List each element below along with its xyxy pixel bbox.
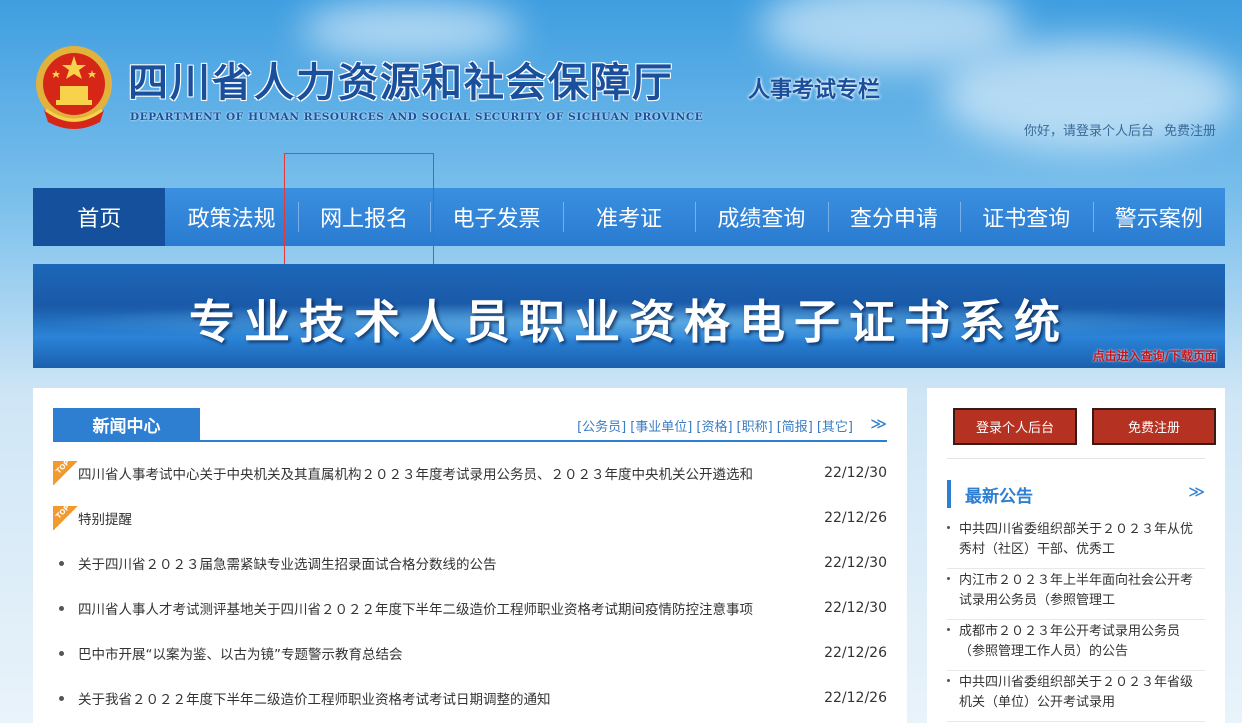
top-marker: TOP <box>53 458 79 485</box>
list-item[interactable]: 关于我省２０２２年度下半年二级造价工程师职业资格考试考试日期调整的通知 22/1… <box>53 675 887 720</box>
bullet-icon <box>947 526 950 529</box>
register-link[interactable]: 免费注册 <box>1164 124 1216 139</box>
nav-item-home[interactable]: 首页 <box>33 188 166 246</box>
notice-title: 最新公告 <box>965 487 1033 507</box>
list-item[interactable]: 中共四川省委组织部关于２０２３年省级机关（单位）公开考试录用 <box>947 671 1205 722</box>
notice-header: 最新公告 ≫ <box>947 480 1205 510</box>
news-tab-underline <box>53 440 887 442</box>
notice-more-icon[interactable]: ≫ <box>1188 482 1205 501</box>
bullet-icon <box>947 628 950 631</box>
nav-item-e-invoice[interactable]: 电子发票 <box>430 188 562 246</box>
list-item[interactable]: TOP 特别提醒 22/12/26 <box>53 495 887 540</box>
nav-item-policy[interactable]: 政策法规 <box>165 188 297 246</box>
list-item[interactable]: 中共四川省委组织部关于２０２３年从优秀村（社区）干部、优秀工 <box>947 518 1205 569</box>
side-panel: 登录个人后台 免费注册 最新公告 ≫ 中共四川省委组织部关于２０２３年从优秀村（… <box>927 388 1225 723</box>
list-item[interactable]: 巴中市开展“以案为鉴、以古为镜”专题警示教育总结会 22/12/26 <box>53 630 887 675</box>
notice-accent-bar <box>947 480 951 508</box>
category-other[interactable]: [其它] <box>817 420 853 435</box>
list-item[interactable]: 四川省人事人才考试测评基地关于四川省２０２２年度下半年二级造价工程师职业资格考试… <box>53 585 887 630</box>
user-links: 你好，请登录个人后台 免费注册 <box>1024 120 1216 139</box>
news-title[interactable]: 四川省人事人才考试测评基地关于四川省２０２２年度下半年二级造价工程师职业资格考试… <box>78 598 807 618</box>
certificate-system-banner[interactable]: 专业技术人员职业资格电子证书系统 点击进入查询/下载页面 <box>33 264 1225 368</box>
banner-title: 专业技术人员职业资格电子证书系统 <box>189 295 1069 349</box>
notice-text[interactable]: 成都市２０２３年公开考试录用公务员（参照管理工作人员）的公告 <box>959 622 1205 662</box>
category-title[interactable]: [职称] <box>737 420 773 435</box>
news-center-tab[interactable]: 新闻中心 <box>53 408 200 441</box>
news-date: 22/12/30 <box>824 554 887 571</box>
login-link[interactable]: 你好，请登录个人后台 <box>1024 124 1154 139</box>
news-title[interactable]: 特别提醒 <box>78 508 807 528</box>
news-title[interactable]: 四川省人事考试中心关于中央机关及其直属机构２０２３年度考试录用公务员、２０２３年… <box>78 463 807 483</box>
nav-item-online-registration[interactable]: 网上报名 <box>297 188 430 246</box>
news-more-icon[interactable]: ≫ <box>870 414 887 433</box>
bullet-marker <box>53 553 78 573</box>
news-title[interactable]: 关于四川省２０２３届急需紧缺专业选调生招录面试合格分数线的公告 <box>78 553 807 573</box>
category-qualification[interactable]: [资格] <box>696 420 732 435</box>
bullet-marker <box>53 688 78 708</box>
notice-text[interactable]: 中共四川省委组织部关于２０２３年省级机关（单位）公开考试录用 <box>959 673 1205 713</box>
notice-list: 中共四川省委组织部关于２０２３年从优秀村（社区）干部、优秀工 内江市２０２３年上… <box>947 518 1205 722</box>
category-civil-servant[interactable]: [公务员] <box>577 420 626 435</box>
free-register-button[interactable]: 免费注册 <box>1092 408 1216 445</box>
news-title[interactable]: 巴中市开展“以案为鉴、以古为镜”专题警示教育总结会 <box>78 643 807 663</box>
bullet-icon <box>59 650 64 656</box>
bullet-icon <box>947 679 950 682</box>
national-emblem-icon <box>36 46 112 129</box>
category-public-institution[interactable]: [事业单位] <box>630 420 692 435</box>
nav-item-certificate-query[interactable]: 证书查询 <box>960 188 1092 246</box>
banner-link[interactable]: 点击进入查询/下载页面 <box>1093 347 1217 364</box>
bullet-marker <box>53 598 78 618</box>
list-item[interactable]: 成都市２０２３年公开考试录用公务员（参照管理工作人员）的公告 <box>947 620 1205 671</box>
bullet-icon <box>59 605 64 611</box>
news-title[interactable]: 关于我省２０２２年度下半年二级造价工程师职业资格考试考试日期调整的通知 <box>78 688 807 708</box>
nav-item-warning-cases[interactable]: 警示案例 <box>1092 188 1225 246</box>
nav-item-admission-ticket[interactable]: 准考证 <box>562 188 695 246</box>
list-item[interactable]: TOP 四川省人事考试中心关于中央机关及其直属机构２０２３年度考试录用公务员、２… <box>53 450 887 495</box>
bullet-marker <box>53 643 78 663</box>
site-subtitle: DEPARTMENT OF HUMAN RESOURCES AND SOCIAL… <box>130 111 704 123</box>
notice-text[interactable]: 中共四川省委组织部关于２０２３年从优秀村（社区）干部、优秀工 <box>959 520 1205 560</box>
news-list: TOP 四川省人事考试中心关于中央机关及其直属机构２０２３年度考试录用公务员、２… <box>53 450 887 720</box>
list-item[interactable]: 关于四川省２０２３届急需紧缺专业选调生招录面试合格分数线的公告 22/12/30 <box>53 540 887 585</box>
site-title: 四川省人力资源和社会保障厅 <box>128 59 674 106</box>
bullet-icon <box>947 577 950 580</box>
login-backend-button[interactable]: 登录个人后台 <box>953 408 1077 445</box>
list-item[interactable]: 内江市２０２３年上半年面向社会公开考试录用公务员（参照管理工 <box>947 569 1205 620</box>
column-title: 人事考试专栏 <box>748 78 881 103</box>
news-date: 22/12/26 <box>824 644 887 661</box>
main-nav: 首页 政策法规 网上报名 电子发票 准考证 成绩查询 查分申请 证书查询 警示案… <box>33 188 1225 246</box>
top-marker: TOP <box>53 503 79 530</box>
site-header: 四川省人力资源和社会保障厅 DEPARTMENT OF HUMAN RESOUR… <box>0 0 1242 180</box>
news-date: 22/12/26 <box>824 689 887 706</box>
nav-item-score-query[interactable]: 成绩查询 <box>695 188 827 246</box>
news-date: 22/12/30 <box>824 599 887 616</box>
news-date: 22/12/26 <box>824 509 887 526</box>
top-badge-icon: TOP <box>53 458 79 485</box>
bullet-icon <box>59 560 64 566</box>
nav-item-score-review[interactable]: 查分申请 <box>827 188 960 246</box>
news-panel: 新闻中心 [公务员] [事业单位] [资格] [职称] [简报] [其它] ≫ TOP 四… <box>33 388 907 723</box>
top-badge-label: TOP <box>54 458 72 475</box>
category-brief[interactable]: [简报] <box>777 420 813 435</box>
divider <box>947 458 1205 459</box>
top-badge-icon: TOP <box>53 503 79 530</box>
news-categories: [公务员] [事业单位] [资格] [职称] [简报] [其它] <box>573 416 853 435</box>
news-date: 22/12/30 <box>824 464 887 481</box>
notice-text[interactable]: 内江市２０２３年上半年面向社会公开考试录用公务员（参照管理工 <box>959 571 1205 611</box>
bullet-icon <box>59 695 64 701</box>
top-badge-label: TOP <box>54 503 72 520</box>
